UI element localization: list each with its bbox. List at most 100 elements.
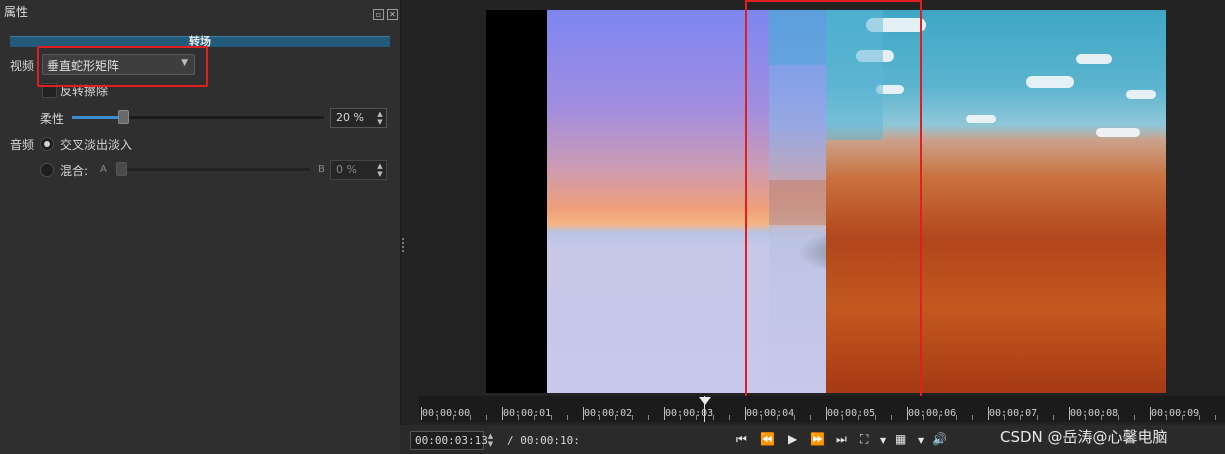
mix-slider-handle[interactable] (116, 162, 127, 176)
timeline-minor-tick (680, 415, 682, 420)
timeline-tick-label: 00:00:08 (1070, 408, 1119, 419)
preview-letterbox (486, 10, 547, 393)
audio-label: 音频 (10, 138, 35, 152)
annotation-highlight-transition (745, 0, 922, 405)
timeline-minor-tick (1101, 415, 1103, 420)
timeline-tick-label: 00:00:09 (1151, 408, 1200, 419)
cloud (1026, 76, 1074, 88)
timeline-minor-tick (615, 415, 617, 420)
spin-down-icon[interactable]: ▼ (486, 440, 495, 448)
crossfade-label: 交叉淡出淡入 (60, 138, 133, 152)
timeline-minor-tick (890, 415, 892, 420)
timeline-minor-tick (793, 415, 795, 420)
timeline-ruler[interactable]: 00:00:00 00:00:01 00:00:02 00:00:03 00:00:04… (419, 396, 1225, 422)
timeline-minor-tick (631, 415, 633, 420)
close-icon[interactable]: ✕ (387, 9, 398, 20)
spin-down-icon[interactable]: ▼ (375, 118, 385, 126)
zoom-dropdown-icon[interactable]: ▼ (880, 436, 886, 445)
playhead-handle[interactable] (699, 397, 711, 405)
crossfade-radio[interactable] (40, 137, 54, 151)
spin-up-icon[interactable]: ▲ (375, 110, 385, 118)
float-icon[interactable]: ▫ (373, 9, 384, 20)
timeline-minor-tick (485, 415, 487, 420)
panel-splitter[interactable] (402, 238, 405, 256)
timeline-minor-tick (728, 415, 730, 420)
softness-slider[interactable] (72, 116, 324, 119)
timeline-minor-tick (1052, 415, 1054, 420)
mix-b-label: B (318, 164, 325, 175)
cloud (1096, 128, 1140, 137)
timeline-minor-tick (696, 415, 698, 420)
timeline-minor-tick (971, 415, 973, 420)
softness-slider-fill (72, 116, 123, 119)
timeline-minor-tick (1133, 415, 1135, 420)
timeline-minor-tick (761, 415, 763, 420)
timeline-minor-tick (550, 415, 552, 420)
mix-label: 混合: (60, 164, 89, 178)
mix-spinbox[interactable]: 0 % ▲ ▼ (330, 160, 387, 180)
timeline-tick-label: 00:00:01 (503, 408, 552, 419)
timeline-minor-tick (1036, 415, 1038, 420)
timeline-tick-label: 00:00:06 (908, 408, 957, 419)
timeline-minor-tick (453, 415, 455, 420)
video-label: 视频 (10, 59, 35, 73)
mix-a-label: A (100, 164, 107, 175)
timeline-tick-label: 00:00:04 (746, 408, 795, 419)
annotation-highlight-box (37, 46, 208, 87)
timeline-minor-tick (599, 415, 601, 420)
duration-label: / 00:00:10: (507, 434, 580, 447)
timeline-minor-tick (437, 415, 439, 420)
panel-title: 属性 (4, 5, 29, 19)
timeline-tick-label: 00:00:07 (989, 408, 1038, 419)
timeline-minor-tick (469, 415, 471, 420)
timeline-minor-tick (1214, 415, 1216, 420)
zoom-button[interactable]: ⛶ (860, 432, 868, 447)
timeline-minor-tick (534, 415, 536, 420)
timeline-minor-tick (842, 415, 844, 420)
grid-button[interactable]: ▦ (895, 432, 906, 446)
timeline-tick-label: 00:00:02 (584, 408, 633, 419)
cloud (1126, 90, 1156, 99)
timeline-minor-tick (1085, 415, 1087, 420)
timeline-minor-tick (1166, 415, 1168, 420)
timeline-minor-tick (1004, 415, 1006, 420)
softness-slider-handle[interactable] (118, 110, 130, 124)
skip-to-start-button[interactable]: ⏮ (736, 432, 747, 447)
play-button[interactable]: ▶ (788, 432, 797, 446)
timeline-minor-tick (874, 415, 876, 420)
timeline-minor-tick (858, 415, 860, 420)
mix-value: 0 % (336, 163, 357, 176)
spin-up-icon[interactable]: ▲ (486, 432, 495, 440)
rewind-button[interactable]: ⏪ (760, 432, 775, 446)
skip-to-end-button[interactable]: ⏭ (836, 432, 847, 447)
fast-forward-button[interactable]: ⏩ (810, 432, 825, 446)
timeline-tick-label: 00:00:03 (665, 408, 714, 419)
spin-down-icon[interactable]: ▼ (375, 170, 385, 178)
timeline-minor-tick (1182, 415, 1184, 420)
volume-button[interactable]: 🔊 (932, 432, 947, 446)
timeline-minor-tick (1198, 415, 1200, 420)
timecode-value: 00:00:03:13 (415, 434, 488, 447)
timeline-minor-tick (647, 415, 649, 420)
timeline-minor-tick (518, 415, 520, 420)
mix-slider[interactable] (116, 168, 310, 171)
mix-radio[interactable] (40, 163, 54, 177)
timeline-minor-tick (809, 415, 811, 420)
timeline-minor-tick (955, 415, 957, 420)
timeline-tick-label: 00:00:00 (422, 408, 471, 419)
timeline-minor-tick (1117, 415, 1119, 420)
grid-dropdown-icon[interactable]: ▼ (918, 436, 924, 445)
spin-up-icon[interactable]: ▲ (375, 162, 385, 170)
softness-value: 20 % (336, 111, 364, 124)
watermark: CSDN @岳涛@心馨电脑 (1000, 428, 1168, 446)
timecode-input[interactable]: 00:00:03:13 (410, 431, 488, 450)
timeline-minor-tick (712, 415, 714, 420)
timeline-minor-tick (923, 415, 925, 420)
softness-spinbox[interactable]: 20 % ▲ ▼ (330, 108, 387, 128)
timeline-minor-tick (566, 415, 568, 420)
timeline-minor-tick (777, 415, 779, 420)
cloud (966, 115, 996, 123)
timeline-minor-tick (1020, 415, 1022, 420)
softness-label: 柔性 (40, 112, 65, 126)
timeline-tick-label: 00:00:05 (827, 408, 876, 419)
